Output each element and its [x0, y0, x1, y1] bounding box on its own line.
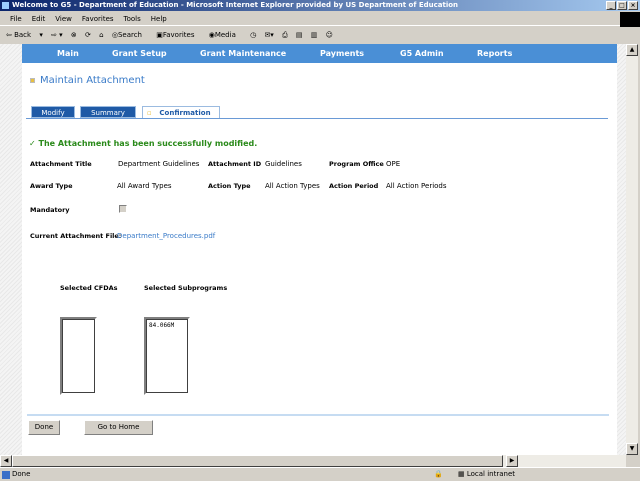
attachment-title-label: Attachment Title	[30, 160, 92, 168]
lock-icon: 🔒	[434, 470, 443, 478]
success-text: The Attachment has been successfully mod…	[38, 139, 258, 148]
action-type-label: Action Type	[208, 182, 251, 190]
scroll-up-arrow[interactable]: ▲	[626, 44, 638, 56]
zone-label: Local intranet	[466, 470, 515, 478]
windows-logo	[620, 12, 640, 27]
subprograms-listbox[interactable]: 84.066M	[144, 317, 190, 395]
search-button[interactable]: ◎Search	[112, 31, 148, 39]
refresh-icon[interactable]: ⟳	[85, 31, 91, 39]
award-type-value: All Award Types	[117, 182, 172, 190]
content-panel: Main Grant Setup Grant Maintenance Payme…	[22, 44, 617, 455]
mandatory-checkbox[interactable]	[119, 205, 127, 213]
window-title: Welcome to G5 - Department of Education …	[12, 1, 459, 9]
done-button[interactable]: Done	[28, 420, 60, 435]
action-period-label: Action Period	[329, 182, 379, 190]
page-viewport: Main Grant Setup Grant Maintenance Payme…	[0, 44, 626, 455]
horizontal-scrollbar[interactable]: ◀ ▶	[0, 455, 626, 467]
close-button[interactable]: ×	[628, 1, 638, 10]
intranet-icon: ▦	[458, 470, 467, 478]
footer-divider	[27, 414, 609, 416]
menu-view[interactable]: View	[55, 15, 72, 23]
bullet-icon	[30, 78, 35, 83]
search-label: Search	[117, 31, 142, 39]
tab-modify[interactable]: Modify	[31, 106, 75, 118]
attachment-file-link[interactable]: Department_Procedures.pdf	[117, 232, 215, 240]
action-type-value: All Action Types	[265, 182, 320, 190]
nav-grant-setup[interactable]: Grant Setup	[112, 44, 167, 63]
ie-icon	[2, 2, 9, 9]
tab-confirmation-label: Confirmation	[159, 109, 211, 117]
vertical-scrollbar[interactable]: ▲ ▼	[626, 44, 638, 455]
attachment-id-value: Guidelines	[265, 160, 302, 168]
horizontal-scroll-thumb[interactable]	[12, 455, 503, 467]
menu-favorites[interactable]: Favorites	[82, 15, 114, 23]
mandatory-label: Mandatory	[30, 206, 70, 214]
status-text: Done	[12, 470, 31, 478]
nav-g5-admin[interactable]: G5 Admin	[400, 44, 444, 63]
menu-tools[interactable]: Tools	[124, 15, 141, 23]
scroll-down-arrow[interactable]: ▼	[626, 443, 638, 455]
mail-icon[interactable]: ✉▾	[264, 31, 273, 39]
success-message: ✓ The Attachment has been successfully m…	[29, 139, 257, 148]
stop-icon[interactable]: ⊗	[71, 31, 77, 39]
program-office-value: OPE	[386, 160, 401, 168]
main-nav: Main Grant Setup Grant Maintenance Payme…	[22, 44, 617, 63]
status-bar: Done 🔒 ▦ Local intranet	[0, 467, 640, 480]
back-button[interactable]: ⇦ Back ▾	[6, 31, 43, 39]
messenger-icon[interactable]: ☺	[326, 31, 333, 39]
go-to-home-button[interactable]: Go to Home	[84, 420, 153, 435]
nav-payments[interactable]: Payments	[320, 44, 364, 63]
menu-help[interactable]: Help	[151, 15, 167, 23]
favorites-label: Favorites	[162, 31, 195, 39]
subprogram-item[interactable]: 84.066M	[149, 322, 185, 329]
menu-file[interactable]: File	[10, 15, 22, 23]
toolbar: ⇦ Back ▾ ⇨ ▾ ⊗ ⟳ ⌂ ◎Search ▣Favorites ◉M…	[0, 27, 640, 43]
action-period-value: All Action Periods	[386, 182, 447, 190]
history-icon[interactable]: ◷	[250, 31, 256, 39]
nav-grant-maintenance[interactable]: Grant Maintenance	[200, 44, 286, 63]
home-icon[interactable]: ⌂	[99, 31, 103, 39]
page-title: Maintain Attachment	[40, 75, 145, 86]
forward-button[interactable]: ⇨ ▾	[51, 31, 63, 39]
print-icon[interactable]: ⎙	[282, 31, 288, 39]
nav-reports[interactable]: Reports	[477, 44, 512, 63]
discuss-icon[interactable]: ▥	[311, 31, 318, 39]
media-button[interactable]: ◉Media	[209, 31, 242, 39]
selected-subprograms-label: Selected Subprograms	[144, 284, 228, 292]
menu-edit[interactable]: Edit	[32, 15, 46, 23]
favorites-button[interactable]: ▣Favorites	[156, 31, 200, 39]
scroll-right-arrow[interactable]: ▶	[506, 455, 518, 467]
current-file-label: Current Attachment File:	[30, 232, 122, 240]
program-office-label: Program Office	[329, 160, 384, 168]
title-bar: Welcome to G5 - Department of Education …	[0, 0, 640, 11]
attachment-title-value: Department Guidelines	[118, 160, 200, 168]
check-icon: ✓	[29, 139, 39, 148]
page-icon	[2, 471, 10, 479]
menu-bar: File Edit View Favorites Tools Help	[0, 12, 640, 26]
maximize-button[interactable]: □	[617, 1, 627, 10]
attachment-id-label: Attachment ID	[208, 160, 262, 168]
scroll-left-arrow[interactable]: ◀	[0, 455, 12, 467]
back-label: Back	[14, 31, 32, 39]
nav-main[interactable]: Main	[57, 44, 79, 63]
award-type-label: Award Type	[30, 182, 73, 190]
tab-underline	[26, 118, 608, 119]
selected-cfdas-label: Selected CFDAs	[60, 284, 118, 292]
minimize-button[interactable]: _	[606, 1, 616, 10]
zone-text: ▦ Local intranet	[458, 468, 515, 481]
cfdas-listbox[interactable]	[60, 317, 97, 395]
tab-summary[interactable]: Summary	[80, 106, 136, 118]
media-label: Media	[214, 31, 236, 39]
edit-icon[interactable]: ▤	[296, 31, 303, 39]
